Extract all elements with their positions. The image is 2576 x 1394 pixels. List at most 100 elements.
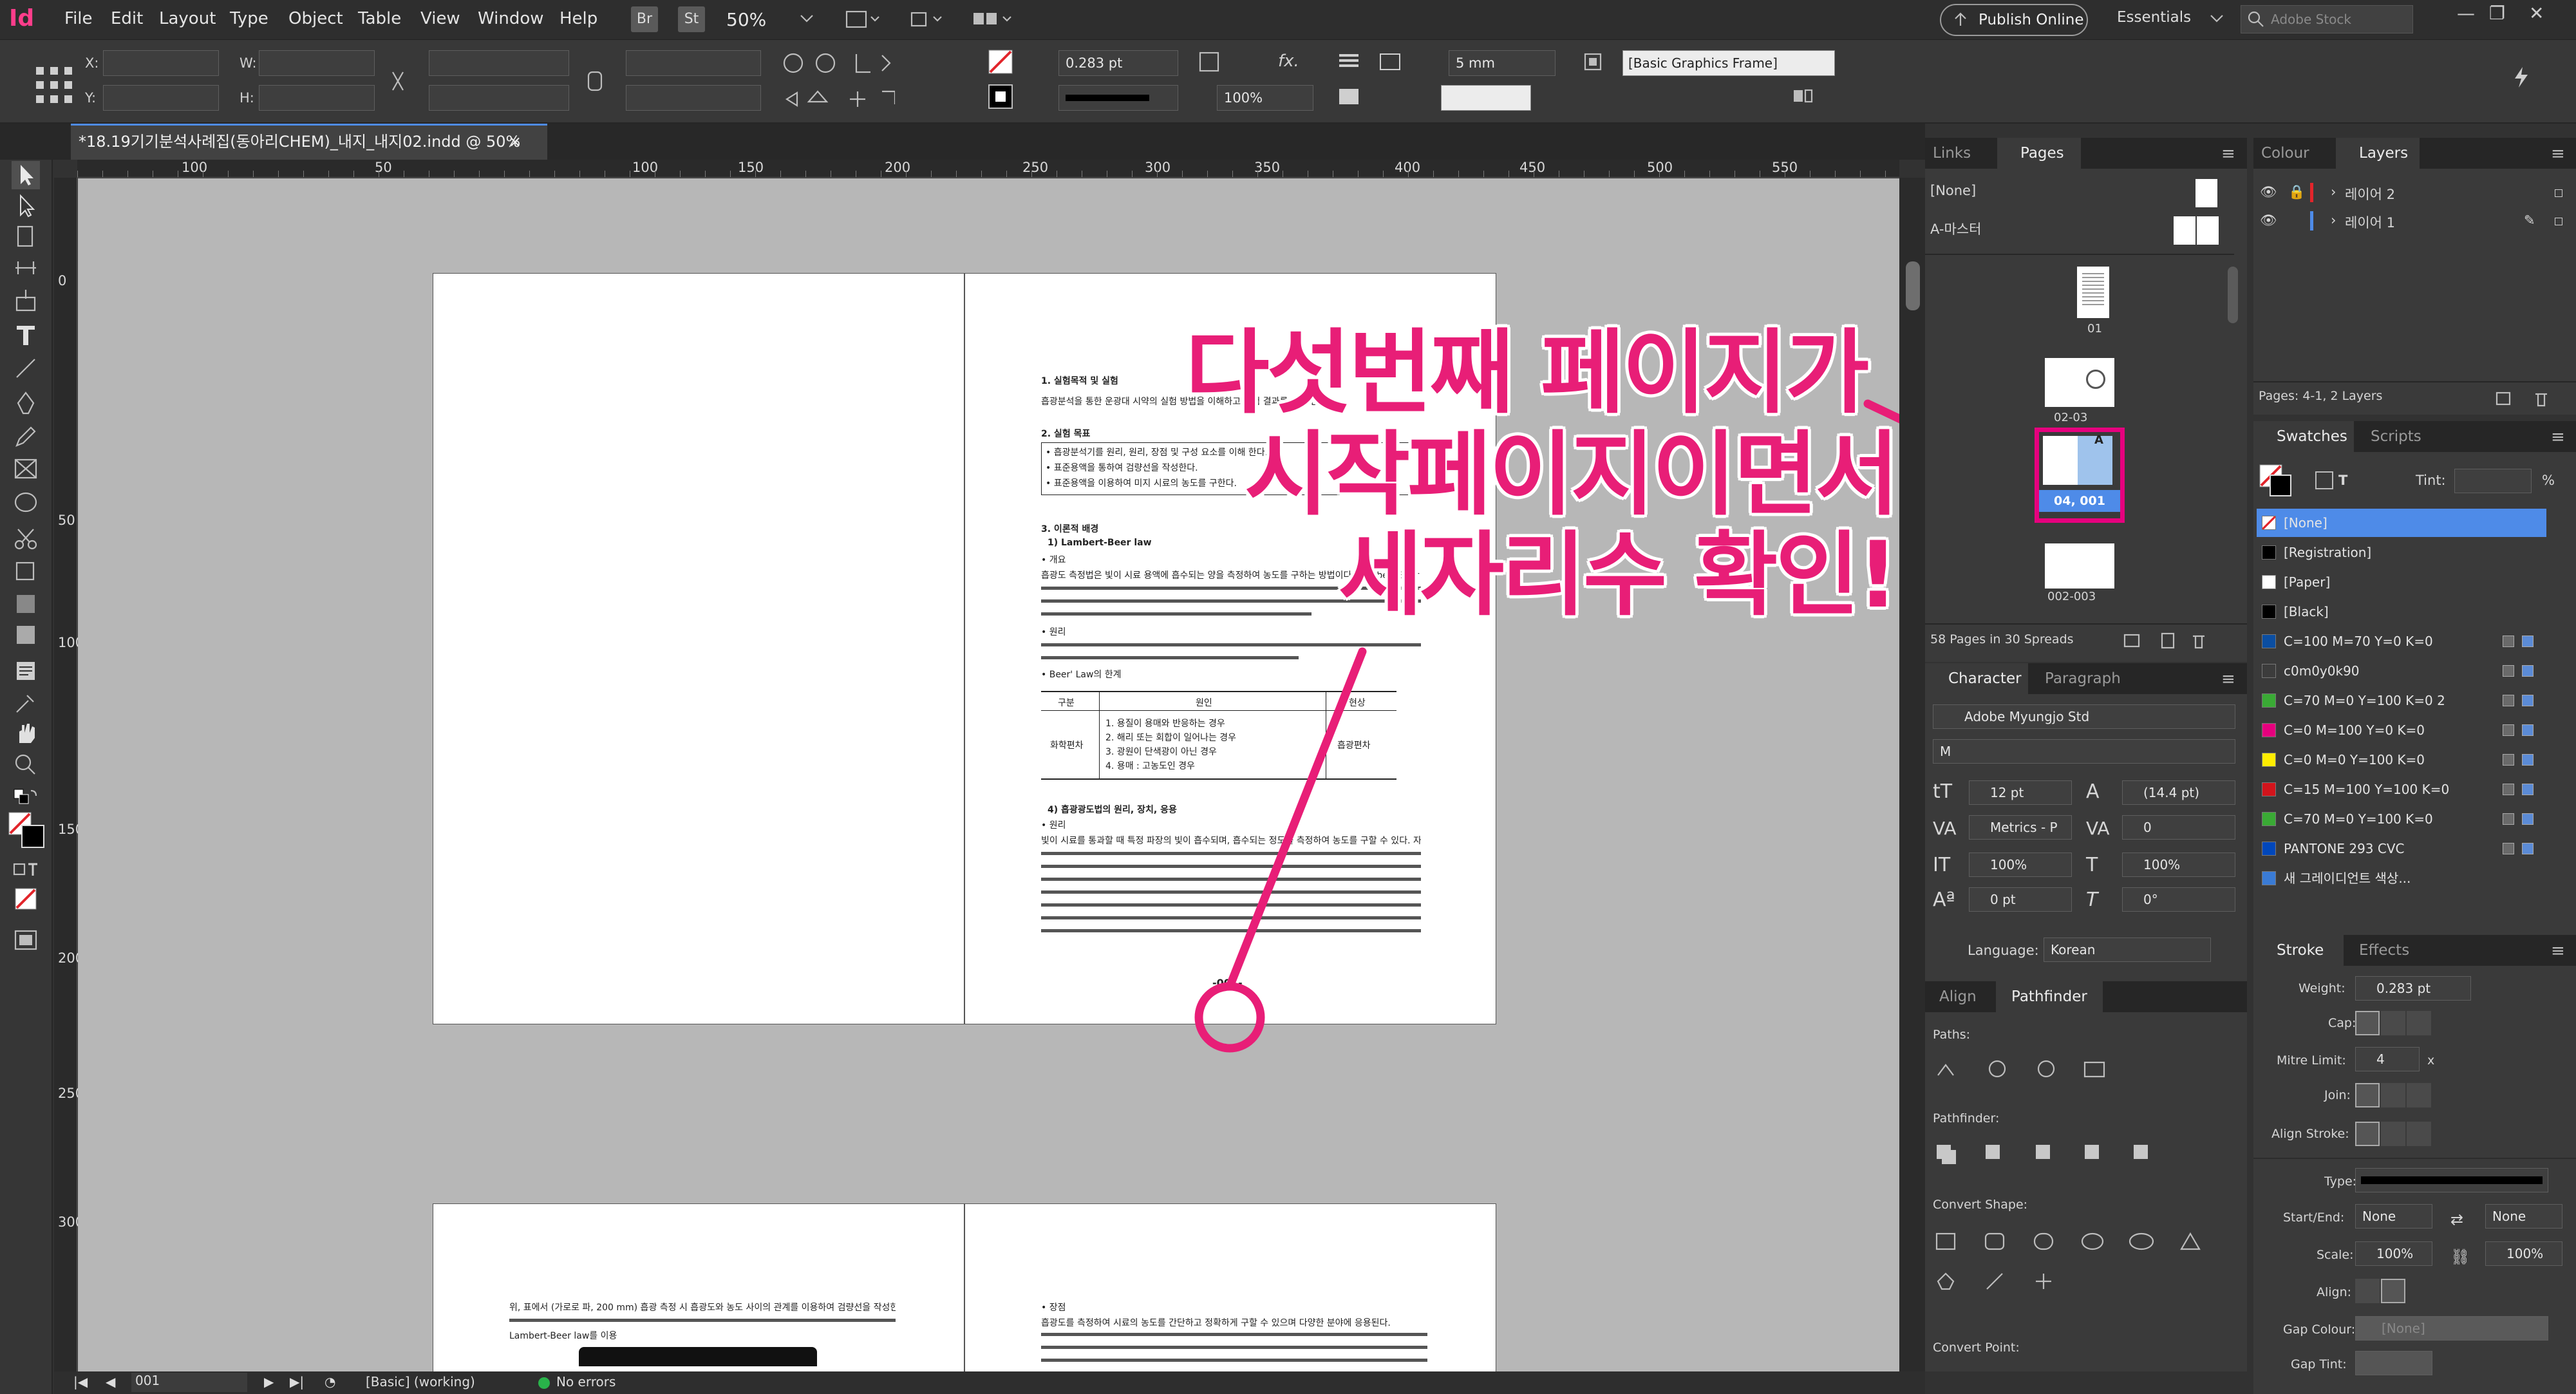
restore-icon[interactable]: ❐ <box>2489 3 2505 24</box>
bridge-button[interactable]: Br <box>631 6 658 32</box>
square-cap-button[interactable] <box>2407 1011 2431 1035</box>
gap-tint-field[interactable] <box>2355 1351 2432 1375</box>
tint-field[interactable] <box>2454 469 2532 493</box>
stock-search-input[interactable]: Adobe Stock <box>2241 5 2413 33</box>
miter-join-button[interactable] <box>2355 1083 2380 1107</box>
lock-icon[interactable]: 🔒 <box>2288 184 2305 200</box>
stock-button[interactable]: St <box>678 6 705 32</box>
start-dropdown[interactable]: None <box>2355 1204 2432 1229</box>
tab-scripts[interactable]: Scripts <box>2356 421 2434 452</box>
rotation-field[interactable] <box>626 50 761 76</box>
baseline-shift-field[interactable]: 0 pt <box>1969 887 2072 912</box>
object-style-icon[interactable] <box>1580 49 1606 75</box>
swatch-item[interactable]: C=0 M=100 Y=0 K=0 <box>2257 716 2546 744</box>
first-page-button[interactable]: |◀ <box>73 1374 88 1389</box>
document-tab[interactable]: *18.19기기분석사례집(동아리CHEM)_내지_내지02.indd @ 50… <box>71 124 547 160</box>
chevron-down-icon[interactable] <box>2210 14 2224 23</box>
layer-target[interactable] <box>2555 218 2562 225</box>
gradient-tool-icon[interactable] <box>12 590 40 618</box>
master-none[interactable]: [None] <box>1930 183 1976 198</box>
direct-selection-tool-icon[interactable] <box>12 192 40 220</box>
scissors-tool-icon[interactable] <box>12 525 40 554</box>
tab-paragraph[interactable]: Paragraph <box>2031 663 2127 694</box>
page-thumb-02[interactable] <box>2045 358 2080 407</box>
swatch-item[interactable]: C=70 M=0 Y=100 K=0 <box>2257 805 2546 833</box>
swatch-item[interactable]: [None] <box>2257 509 2546 537</box>
pages-scroll-thumb[interactable] <box>2228 267 2238 323</box>
tab-swatches[interactable]: Swatches <box>2253 421 2354 452</box>
master-thumb-right[interactable] <box>2197 216 2219 245</box>
swatch-item[interactable]: [Registration] <box>2257 538 2546 567</box>
swatch-item[interactable]: c0m0y0k90 <box>2257 657 2546 685</box>
content-collector-icon[interactable] <box>12 287 40 316</box>
swatch-item[interactable]: C=0 M=0 Y=100 K=0 <box>2257 746 2546 774</box>
panel-menu-icon[interactable]: ≡ <box>2551 144 2565 164</box>
align-inside-button[interactable] <box>2381 1122 2405 1146</box>
swatch-item[interactable]: [Black] <box>2257 598 2546 626</box>
stroke-weight-field[interactable]: 0.283 pt <box>2355 976 2471 1001</box>
gap-tool-icon[interactable] <box>12 254 40 282</box>
object-style-dropdown[interactable]: [Basic Graphics Frame] <box>1622 50 1835 76</box>
screen-mode-icon[interactable] <box>908 9 944 31</box>
convert-shape-buttons[interactable] <box>1933 1227 2216 1298</box>
layer-target[interactable] <box>2555 189 2562 197</box>
rotate-flip-icons[interactable] <box>779 49 895 113</box>
butt-cap-button[interactable] <box>2355 1011 2380 1035</box>
end-dropdown[interactable]: None <box>2485 1204 2562 1229</box>
text-wrap-icon[interactable] <box>1790 84 1816 109</box>
swatch-item[interactable]: C=15 M=100 Y=100 K=0 <box>2257 775 2546 804</box>
zoom-level[interactable]: 50% <box>726 9 766 30</box>
arrow-align-extend-button[interactable] <box>2355 1279 2380 1303</box>
end-scale-field[interactable]: 100% <box>2485 1241 2562 1266</box>
width-field[interactable] <box>259 50 375 76</box>
start-scale-field[interactable]: 100% <box>2355 1241 2432 1266</box>
master-thumb-left[interactable] <box>2174 216 2195 245</box>
x-field[interactable] <box>103 50 219 76</box>
scale-percent-field[interactable]: 100% <box>1217 85 1313 111</box>
font-style-dropdown[interactable]: M <box>1933 739 2235 764</box>
formatting-affects-container-icon[interactable] <box>12 858 40 886</box>
bevel-join-button[interactable] <box>2407 1083 2431 1107</box>
menu-window[interactable]: Window <box>478 9 544 28</box>
vertical-scrollbar[interactable] <box>1899 178 1925 1371</box>
constrain-proportions-icon[interactable] <box>385 68 411 94</box>
tab-pages[interactable]: Pages <box>1997 138 2081 169</box>
type-tool-icon[interactable] <box>12 321 40 349</box>
preflight-icon[interactable]: ◔ <box>324 1374 335 1389</box>
swatch-item[interactable]: [Paper] <box>2257 568 2546 596</box>
pages-footer-icons[interactable] <box>2122 631 2219 650</box>
workspace-switcher[interactable]: Essentials <box>2117 9 2191 26</box>
apply-none-icon[interactable] <box>12 885 40 913</box>
pencil-tool-icon[interactable] <box>12 422 40 451</box>
gap-field[interactable]: 5 mm <box>1449 50 1556 76</box>
skew-field[interactable]: 0° <box>2122 887 2235 912</box>
font-size-field[interactable]: 12 pt <box>1969 780 2072 805</box>
free-transform-tool-icon[interactable] <box>12 558 40 586</box>
gap-colour-dropdown[interactable]: [None] <box>2355 1316 2548 1341</box>
menu-table[interactable]: Table <box>358 9 401 28</box>
color-field[interactable] <box>1441 85 1531 111</box>
page-thumb-03[interactable] <box>2080 358 2114 407</box>
y-field[interactable] <box>103 85 219 111</box>
selected-spread[interactable]: A 04, 001 <box>2035 428 2125 523</box>
horizontal-scale-field[interactable]: 100% <box>2122 852 2235 877</box>
chevron-right-icon[interactable]: › <box>2331 212 2336 228</box>
swatch-item[interactable]: 새 그레이디언트 색상... <box>2257 864 2546 892</box>
menu-type[interactable]: Type <box>230 9 268 28</box>
page-tool-icon[interactable] <box>12 223 40 251</box>
fill-stroke-swatch[interactable] <box>8 811 46 850</box>
page-thumb-01[interactable] <box>2077 267 2109 318</box>
lightning-icon[interactable] <box>2508 64 2534 90</box>
mitre-limit-field[interactable]: 4 <box>2355 1047 2420 1071</box>
line-tool-icon[interactable] <box>12 354 40 382</box>
menu-help[interactable]: Help <box>559 9 597 28</box>
stroke-weight-field[interactable]: 0.283 pt <box>1058 50 1178 76</box>
tracking-field[interactable]: 0 <box>2122 815 2235 840</box>
layer-name[interactable]: 레이어 1 <box>2345 212 2395 232</box>
formatting-text-icon[interactable]: T <box>2338 473 2347 488</box>
font-family-dropdown[interactable]: Adobe Myungjo Std <box>1933 704 2235 729</box>
stroke-type-dropdown[interactable] <box>2355 1168 2548 1192</box>
zoom-tool-icon[interactable] <box>12 751 40 779</box>
page-thumb-04[interactable] <box>2043 436 2078 485</box>
master-a[interactable]: A-마스터 <box>1930 219 1981 238</box>
